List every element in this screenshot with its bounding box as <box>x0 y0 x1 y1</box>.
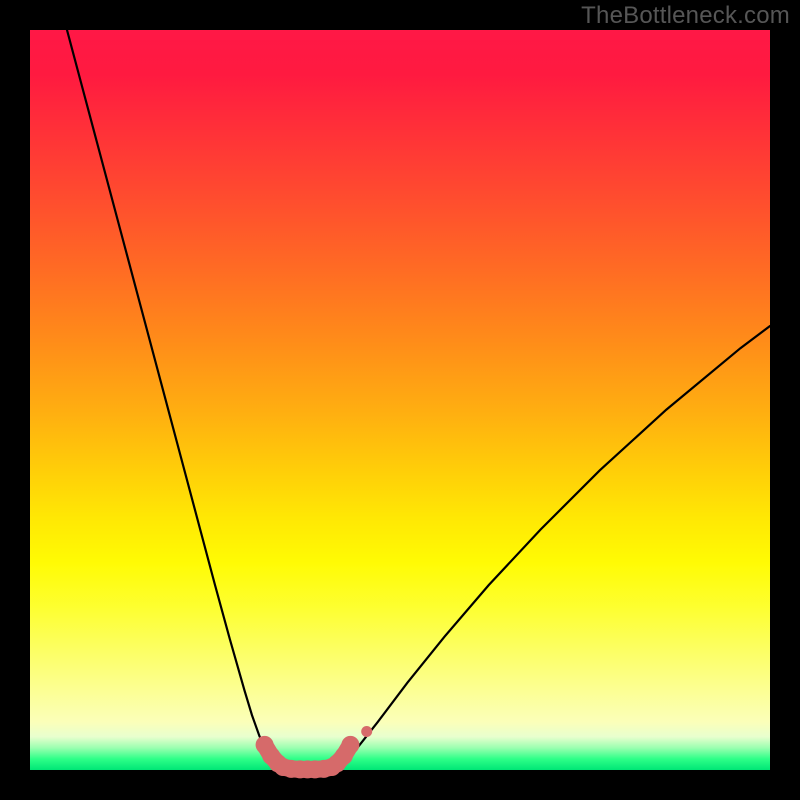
plot-area <box>30 30 770 770</box>
watermark-label: TheBottleneck.com <box>581 2 790 30</box>
chart-overlay <box>30 30 770 770</box>
marker-dot <box>341 736 359 754</box>
bottleneck-curve <box>67 30 770 770</box>
chart-frame: TheBottleneck.com <box>0 0 800 800</box>
extra-marker <box>361 726 372 737</box>
marker-group <box>256 736 360 779</box>
